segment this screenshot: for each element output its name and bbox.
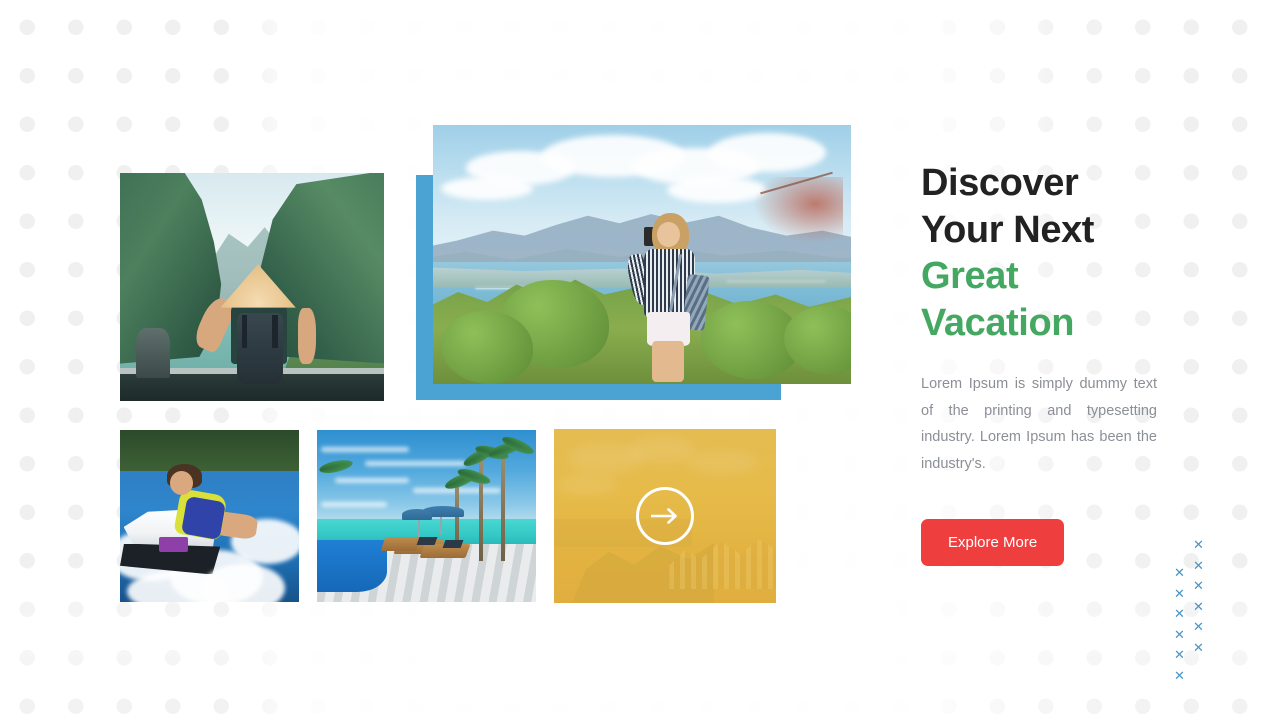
page-title: Discover Your Next Great Vacation [921, 160, 1171, 346]
hero-photo[interactable] [433, 125, 851, 384]
arrow-right-icon[interactable] [636, 487, 694, 545]
thumbnail-jetski[interactable] [120, 430, 299, 602]
x-mark: ✕ [1174, 647, 1185, 662]
x-mark: ✕ [1193, 639, 1204, 655]
headline-accent-line-2: Vacation [921, 301, 1075, 344]
x-mark: ✕ [1193, 578, 1204, 593]
x-mark: ✕ [1174, 565, 1185, 580]
headline-line-2: Your Next [921, 208, 1095, 251]
valley-photo-scene [120, 173, 384, 401]
thumbnail-jetski-scene [120, 430, 299, 602]
explore-more-button[interactable]: Explore More [921, 519, 1065, 566]
valley-person [190, 264, 316, 392]
hero-person [625, 213, 710, 384]
x-mark: ✕ [1174, 585, 1185, 601]
thumbnail-beach-resort[interactable] [317, 430, 536, 602]
hero-paragraph: Lorem Ipsum is simply dummy text of the … [921, 376, 1157, 472]
x-mark: ✕ [1193, 537, 1204, 552]
hero-photo-scene [433, 125, 851, 384]
x-mark: ✕ [1174, 667, 1185, 683]
thumbnail-explore-overlay[interactable] [554, 429, 776, 603]
valley-photo[interactable] [120, 173, 384, 401]
thumbnail-beach-resort-scene [317, 430, 536, 602]
hero-section: Discover Your Next Great Vacation Lorem … [0, 0, 1280, 720]
x-mark: ✕ [1174, 606, 1185, 621]
x-mark: ✕ [1193, 619, 1204, 634]
headline-accent-line-1: Great [921, 255, 1019, 297]
hero-content: Discover Your Next Great Vacation Lorem … [921, 160, 1171, 566]
x-mark: ✕ [1174, 626, 1185, 642]
x-mark: ✕ [1193, 557, 1204, 573]
x-mark: ✕ [1193, 598, 1204, 614]
headline-line-1: Discover [921, 162, 1079, 204]
